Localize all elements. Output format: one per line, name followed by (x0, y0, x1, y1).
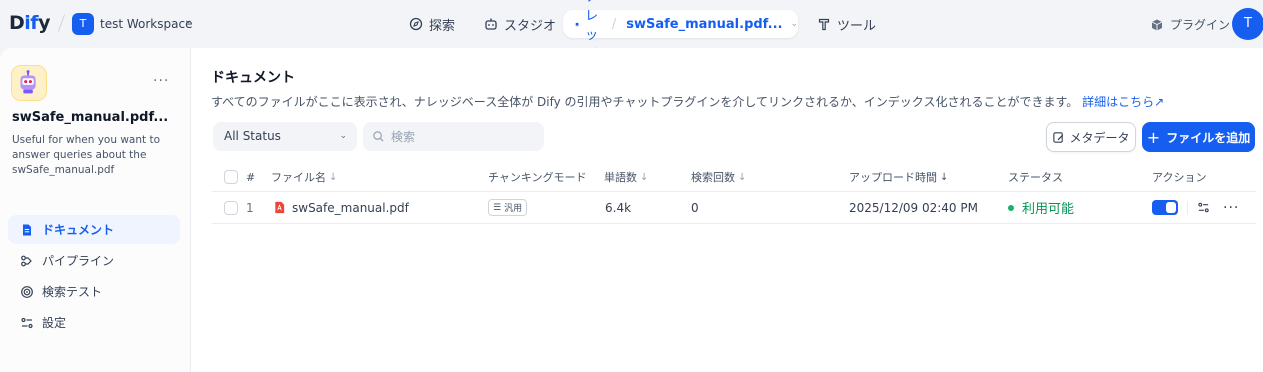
select-all-checkbox[interactable] (224, 163, 238, 191)
chevron-down-icon[interactable]: ⌄ (790, 19, 798, 29)
nav-tools-label: ツール (837, 18, 877, 34)
nav-divider: / (611, 16, 617, 32)
more-options-icon[interactable]: ··· (153, 73, 169, 89)
col-chunk-mode: チャンキングモード (488, 171, 587, 184)
sidebar-item-settings[interactable]: 設定 (8, 308, 180, 337)
col-status: ステータス (1008, 171, 1063, 184)
sidebar-item-label: パイプライン (42, 254, 115, 268)
status-text: 利用可能 (1022, 202, 1075, 217)
table-row[interactable]: 1 swSafe_manual.pdf ☰ 汎用 6.4k 0 2025/12/0… (212, 192, 1256, 224)
sort-icon: ↓ (640, 171, 649, 183)
edit-icon (1053, 131, 1064, 143)
search-box[interactable] (363, 122, 544, 151)
dataset-sidebar: ··· swSafe_manual.pdf... Useful for when… (0, 48, 191, 372)
document-icon (23, 224, 31, 235)
external-link-icon: ↗ (1154, 95, 1165, 109)
chevron-down-icon: ⌄ (339, 131, 347, 141)
dataset-robot-icon (11, 65, 47, 101)
hammer-icon (818, 18, 830, 31)
more-options-icon[interactable]: ··· (1223, 200, 1239, 216)
workspace-badge[interactable]: T (72, 13, 94, 35)
sidebar-item-label: ドキュメント (42, 223, 115, 237)
col-filename[interactable]: ファイル名 ↓ (271, 163, 337, 191)
chevron-down-icon[interactable]: ⌄ (184, 15, 192, 26)
row-hits: 0 (691, 200, 699, 215)
sidebar-menu: ドキュメント パイプライン 検索テスト 設定 (8, 215, 180, 339)
settings-icon (21, 317, 33, 328)
dataset-title: swSafe_manual.pdf... (12, 110, 169, 125)
user-avatar[interactable]: T (1232, 8, 1263, 40)
dify-logo[interactable]: Dify (9, 12, 50, 34)
pipeline-icon (21, 255, 32, 266)
dataset-description: Useful for when you want to answer queri… (12, 134, 160, 176)
sidebar-item-documents[interactable]: ドキュメント (8, 215, 180, 244)
documents-panel: ドキュメント すべてのファイルがここに表示され、ナレッジベース全体が Dify … (191, 48, 1263, 372)
col-words[interactable]: 単語数 ↓ (604, 163, 648, 191)
settings-icon[interactable] (1197, 201, 1210, 214)
nav-tools[interactable]: ツール (817, 10, 876, 38)
table-header: # ファイル名 ↓ チャンキングモード 単語数 ↓ 検索回数 ↓ アップロード時間 ↓ … (212, 163, 1256, 192)
general-icon: ☰ (493, 202, 502, 213)
plugin-label: プラグイン (1170, 18, 1231, 32)
learn-more-link[interactable]: 詳細はこちら↗ (1082, 95, 1164, 109)
page-description-text: すべてのファイルがここに表示され、ナレッジベース全体が Dify の引用やチャッ… (211, 95, 1079, 109)
documents-table: # ファイル名 ↓ チャンキングモード 単語数 ↓ 検索回数 ↓ アップロード時間 ↓ … (212, 163, 1256, 224)
sidebar-item-pipeline[interactable]: パイプライン (8, 246, 180, 275)
add-file-button[interactable]: + ファイルを追加 (1142, 122, 1255, 152)
row-checkbox[interactable] (224, 192, 238, 223)
col-hits[interactable]: 検索回数 ↓ (691, 163, 746, 191)
nav-dataset-name[interactable]: swSafe_manual.pdf... (626, 17, 782, 32)
chunk-mode-badge: ☰ 汎用 (488, 199, 528, 216)
plugin-button[interactable]: プラグイン (1150, 16, 1230, 33)
row-actions: ··· (1152, 192, 1239, 223)
sort-icon: ↓ (738, 171, 747, 183)
nav-studio[interactable]: スタジオ (484, 10, 556, 38)
metadata-button[interactable]: メタデータ (1046, 122, 1136, 152)
page-title: ドキュメント (211, 70, 295, 86)
action-divider (1187, 200, 1188, 215)
top-navbar: Dify T test Workspace ⌄ 探索 スタジオ ナレッジ / s… (0, 0, 1263, 62)
page-description: すべてのファイルがここに表示され、ナレッジベース全体が Dify の引用やチャッ… (211, 93, 1164, 110)
sidebar-item-label: 検索テスト (42, 285, 103, 299)
add-file-label: ファイルを追加 (1166, 130, 1251, 145)
row-chunk-mode: ☰ 汎用 (488, 192, 528, 223)
nav-explore[interactable]: 探索 (409, 10, 455, 38)
workspace-name[interactable]: test Workspace (100, 17, 192, 31)
col-upload-time[interactable]: アップロード時間 ↓ (849, 163, 948, 191)
enable-toggle[interactable] (1152, 200, 1178, 215)
col-num: # (246, 170, 256, 184)
search-icon (373, 131, 384, 142)
row-words: 6.4k (605, 200, 632, 215)
row-num: 1 (246, 200, 254, 215)
cube-icon (1151, 19, 1163, 30)
target-icon (21, 285, 33, 298)
sidebar-item-retrieval-test[interactable]: 検索テスト (8, 277, 180, 306)
book-icon (575, 22, 579, 26)
row-status: 利用可能 (1008, 192, 1074, 223)
sidebar-item-label: 設定 (42, 316, 67, 330)
metadata-label: メタデータ (1069, 130, 1130, 145)
sort-icon: ↓ (329, 171, 338, 183)
status-filter-select[interactable]: All Status ⌄ (213, 122, 357, 151)
breadcrumb-divider (57, 14, 66, 32)
sort-icon: ↓ (940, 171, 949, 183)
plus-icon: + (1146, 127, 1161, 147)
nav-knowledge[interactable]: ナレッジ / swSafe_manual.pdf... ⌄ (563, 0, 798, 62)
status-filter-value: All Status (224, 129, 281, 143)
robot-icon (485, 18, 497, 30)
search-input[interactable] (391, 129, 531, 144)
nav-studio-label: スタジオ (504, 18, 557, 34)
pdf-icon (275, 201, 285, 214)
compass-icon (409, 17, 423, 31)
row-upload-time: 2025/12/09 02:40 PM (849, 200, 978, 215)
col-action: アクション (1152, 171, 1207, 184)
row-filename[interactable]: swSafe_manual.pdf (273, 192, 409, 223)
nav-explore-label: 探索 (429, 18, 456, 34)
status-dot-icon (1008, 204, 1014, 211)
